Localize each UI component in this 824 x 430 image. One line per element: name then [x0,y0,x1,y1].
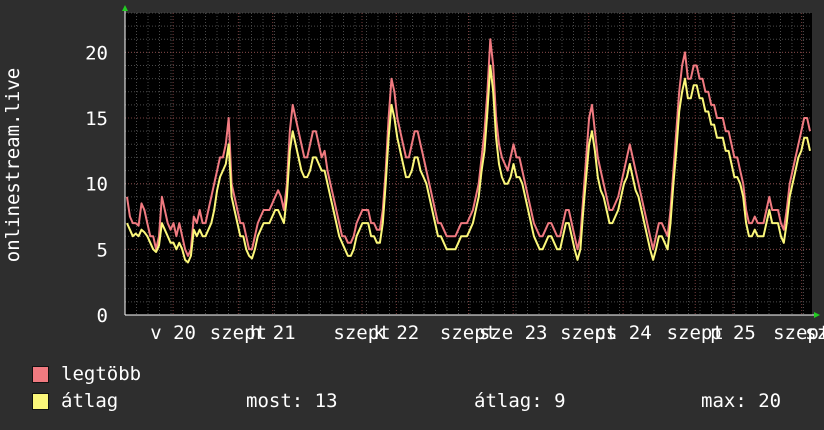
x-axis-arrow [814,312,820,318]
stat-max: max: 20 [701,390,782,412]
y-tick-label: 5 [97,239,108,261]
legend-swatch-max [32,365,49,383]
x-tick-label: v 20 [150,322,196,344]
legend-item-avg: átlag [32,390,118,412]
x-tick-label: cs 24 [594,322,651,344]
stat-now: most: 13 [246,390,338,412]
x-tick-label: k 22 [373,322,419,344]
stat-average: átlag: 9 [474,390,566,412]
y-ticks: 0 5 10 15 20 [85,42,108,327]
x-ticks: v 20 szepth 21 szeptk 22 szeptsze 23 szeptcs… [150,322,824,344]
y-tick-label: 20 [85,42,108,64]
y-axis-arrow [122,5,128,11]
legend-label-avg: átlag [61,390,119,412]
legend-item-max: legtöbb [32,363,141,385]
x-tick-label: sze 23 [479,322,548,344]
line-chart: onlinestream.live 0 5 10 15 20 v 20 szepth 21… [2,5,824,344]
y-axis-label: onlinestream.live [2,68,24,262]
x-tick-label: p 25 [710,322,756,344]
y-tick-label: 15 [85,108,108,130]
legend-swatch-avg [32,392,49,410]
x-tick-label: szo 26 [805,322,824,344]
y-tick-label: 0 [97,305,108,327]
grid [124,12,812,316]
y-tick-label: 10 [85,174,108,196]
legend-label-max: legtöbb [61,363,142,385]
x-tick-label: h 21 [250,322,296,344]
